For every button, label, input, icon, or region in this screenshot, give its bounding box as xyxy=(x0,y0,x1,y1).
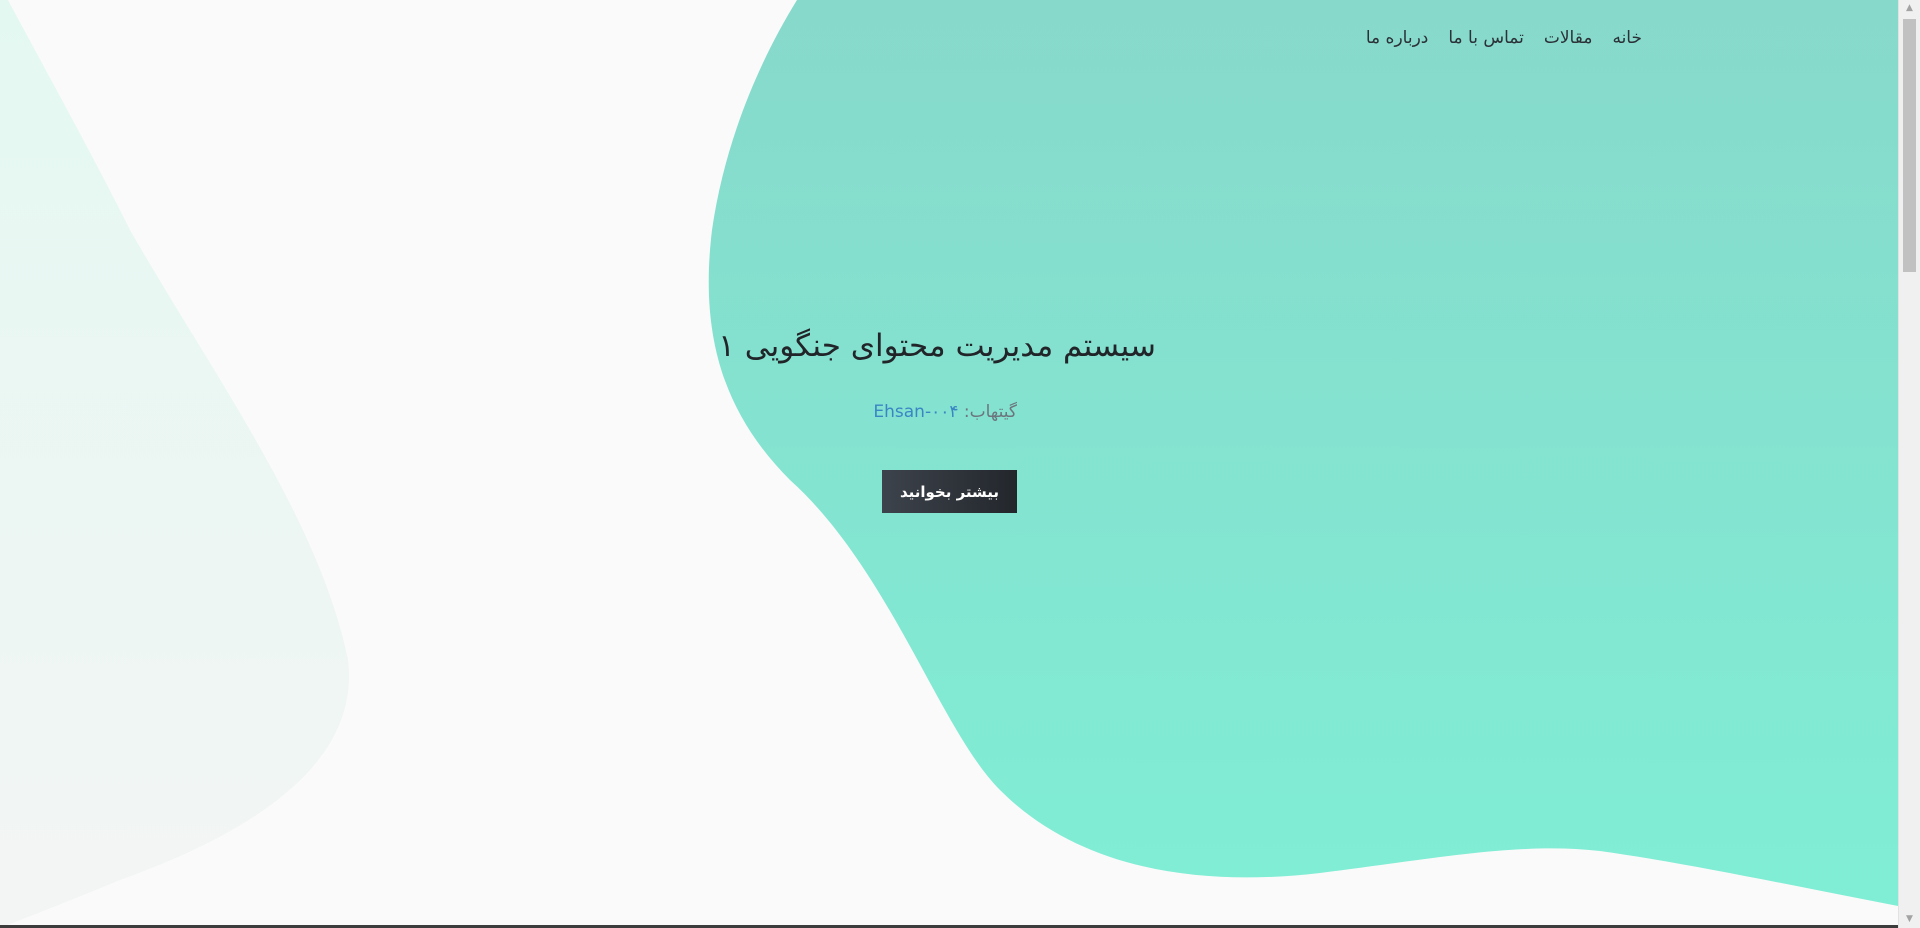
nav-link-contact[interactable]: تماس با ما xyxy=(1448,28,1524,48)
scroll-down-arrow-icon[interactable]: ▼ xyxy=(1899,911,1920,928)
nav-item-contact: تماس با ما xyxy=(1448,28,1524,48)
nav-link-about[interactable]: درباره ما xyxy=(1366,28,1429,48)
read-more-button[interactable]: بیشتر بخوانید xyxy=(882,470,1017,513)
page-viewport: خانه مقالات تماس با ما درباره ما سیستم م… xyxy=(0,0,1898,928)
github-info: گیتهاب: Ehsan-۰۰۴ xyxy=(873,402,1017,422)
nav-link-articles[interactable]: مقالات xyxy=(1544,28,1593,48)
vertical-scrollbar[interactable]: ▲ ▼ xyxy=(1898,0,1920,928)
left-decorative-blob xyxy=(0,0,349,928)
nav-item-home: خانه xyxy=(1612,28,1642,48)
scrollbar-thumb[interactable] xyxy=(1903,19,1916,272)
github-user-link[interactable]: Ehsan-۰۰۴ xyxy=(873,402,958,422)
nav-item-about: درباره ما xyxy=(1366,28,1429,48)
github-label: گیتهاب: xyxy=(963,402,1017,422)
scroll-up-arrow-icon[interactable]: ▲ xyxy=(1899,0,1920,17)
nav-item-articles: مقالات xyxy=(1544,28,1593,48)
nav-link-home[interactable]: خانه xyxy=(1612,28,1642,48)
hero-title: سیستم مدیریت محتوای جنگویی ۱ xyxy=(718,328,1156,364)
background-shapes xyxy=(0,0,1898,928)
right-teal-blob xyxy=(708,0,1898,906)
main-navigation: خانه مقالات تماس با ما درباره ما xyxy=(1346,28,1642,48)
